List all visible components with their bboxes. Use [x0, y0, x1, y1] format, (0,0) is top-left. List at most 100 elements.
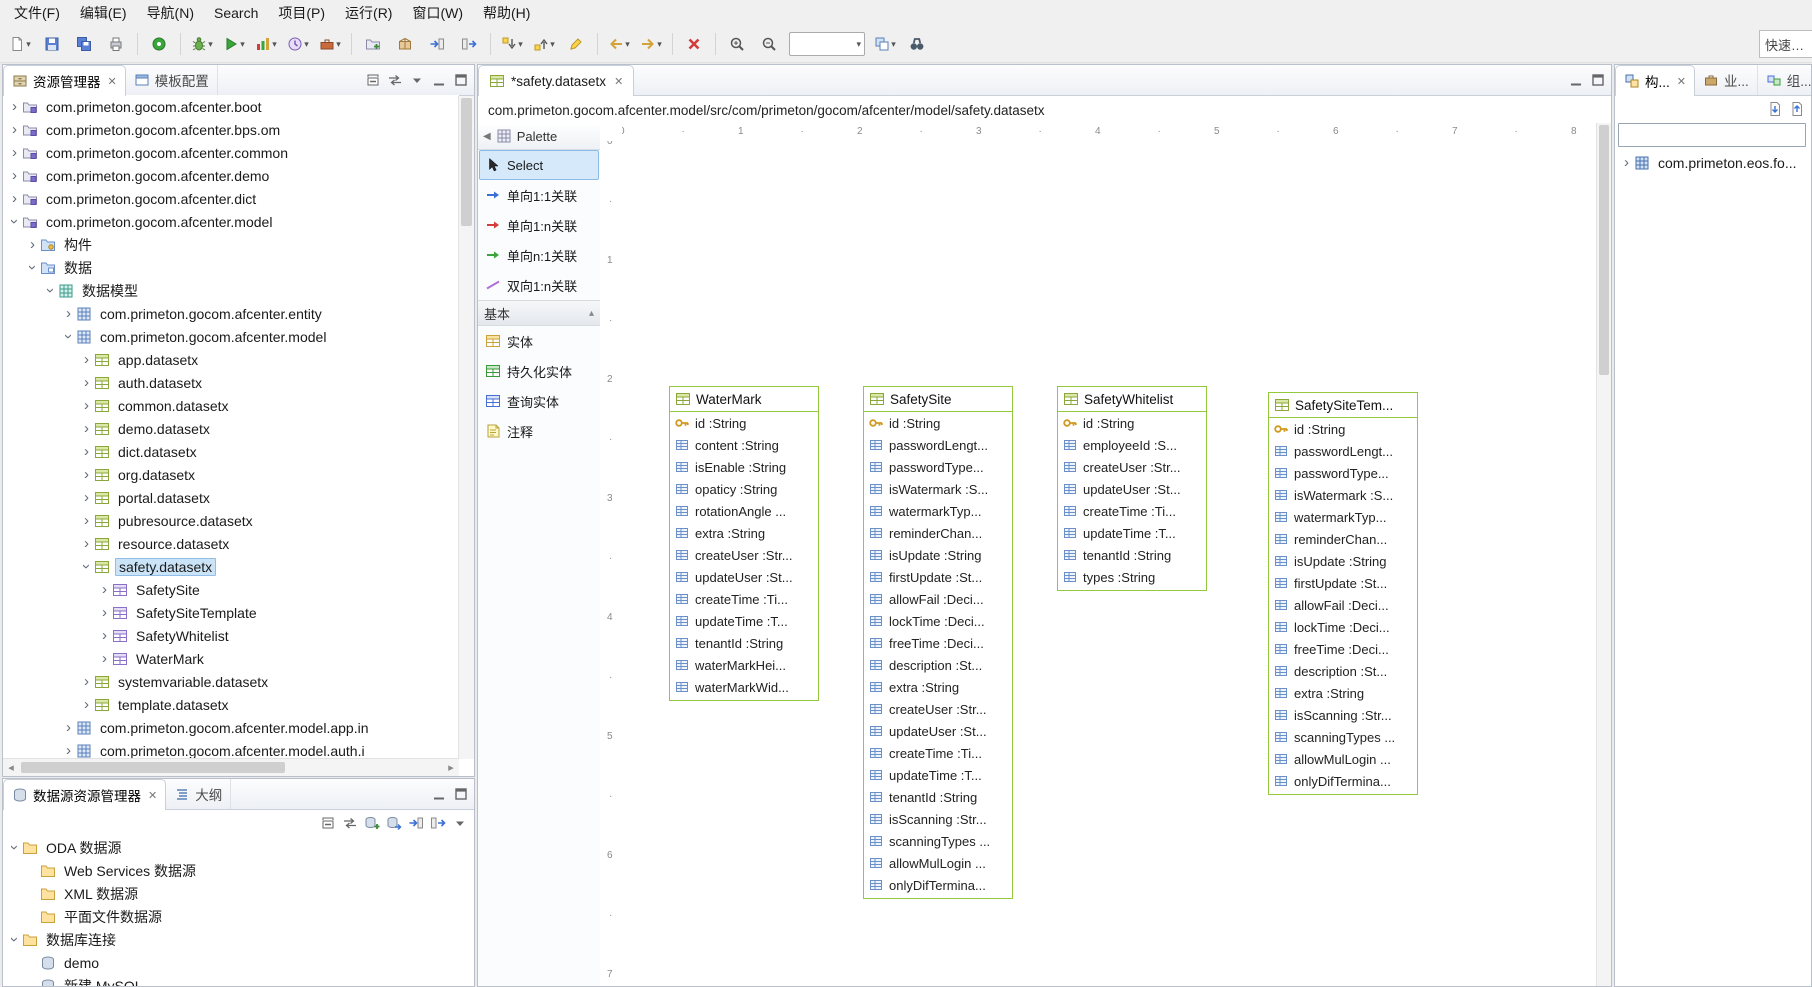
entity-field[interactable]: content :String [670, 434, 818, 456]
entity-field[interactable]: createTime :Ti... [1058, 500, 1206, 522]
menu-project[interactable]: 项目(P) [268, 0, 335, 26]
expander-icon[interactable]: › [79, 352, 94, 367]
expander-icon[interactable]: › [7, 191, 22, 206]
tree-item[interactable]: ›com.primeton.gocom.afcenter.dict [3, 187, 459, 210]
scrollbar-thumb[interactable] [461, 98, 472, 226]
entity-field[interactable]: isUpdate :String [864, 544, 1012, 566]
datasource-tab-datasource-explorer[interactable]: 数据源资源管理器✕ [3, 779, 166, 810]
tree-item[interactable]: ›com.primeton.gocom.afcenter.entity [3, 302, 459, 325]
link-editor-button[interactable] [385, 70, 405, 90]
menu-navigate[interactable]: 导航(N) [137, 0, 204, 26]
tree-item[interactable]: ›org.datasetx [3, 463, 459, 486]
entity-field[interactable]: allowMulLogin ... [864, 852, 1012, 874]
palette-tool-relation-1-1[interactable]: 单向1:1关联 [479, 180, 599, 210]
tree-item[interactable]: ›com.primeton.gocom.afcenter.demo [3, 164, 459, 187]
entity-field[interactable]: updateTime :T... [670, 610, 818, 632]
prev-annotation-button[interactable]: ▾ [529, 31, 559, 57]
expander-icon[interactable]: › [25, 260, 40, 275]
datasource-tab-outline[interactable]: 大纲 [166, 779, 231, 809]
last-edit-button[interactable] [561, 31, 591, 57]
search-tool-button[interactable] [902, 31, 932, 57]
tree-item[interactable]: ›WaterMark [3, 647, 459, 670]
scrollbar-thumb[interactable] [21, 762, 285, 773]
tree-item[interactable]: ›SafetyWhitelist [3, 624, 459, 647]
entity-field[interactable]: tenantId :String [670, 632, 818, 654]
palette-tool-relation-2way[interactable]: 双向1:n关联 [479, 270, 599, 300]
entity-field[interactable]: onlyDifTermina... [864, 874, 1012, 896]
entity-field[interactable]: scanningTypes ... [864, 830, 1012, 852]
entity-node[interactable]: WaterMarkid :Stringcontent :StringisEnab… [669, 386, 819, 701]
tree-item[interactable]: ›数据模型 [3, 279, 459, 302]
entity-field[interactable]: reminderChan... [864, 522, 1012, 544]
chevron-down-icon[interactable]: ▾ [891, 39, 896, 50]
expander-icon[interactable]: › [7, 840, 22, 855]
expander-icon[interactable]: › [61, 329, 76, 344]
entity-field[interactable]: waterMarkWid... [670, 676, 818, 698]
minimize-button[interactable] [429, 784, 449, 804]
tree-item[interactable]: ›pubresource.datasetx [3, 509, 459, 532]
right-panel-tab-groups[interactable]: 组... [1758, 65, 1812, 95]
entity-field[interactable]: isScanning :Str... [1269, 704, 1417, 726]
entity-field[interactable]: isWatermark :S... [864, 478, 1012, 500]
entity-field[interactable]: passwordType... [864, 456, 1012, 478]
tree-item[interactable]: ›com.primeton.eos.fo... [1615, 151, 1811, 174]
tree-item[interactable]: ›com.primeton.gocom.afcenter.model.app.i… [3, 716, 459, 739]
chevron-down-icon[interactable]: ▾ [240, 39, 245, 50]
menu-help[interactable]: 帮助(H) [473, 0, 540, 26]
expander-icon[interactable]: › [97, 582, 112, 597]
explorer-tab-resource-explorer[interactable]: 资源管理器✕ [3, 65, 126, 96]
minimize-button[interactable] [1566, 70, 1586, 90]
entity-field[interactable]: id :String [1269, 418, 1417, 440]
entity-field[interactable]: id :String [864, 412, 1012, 434]
save-all-button[interactable] [69, 31, 99, 57]
entity-node[interactable]: SafetySiteTem...id :StringpasswordLengt.… [1268, 392, 1418, 795]
expander-icon[interactable]: › [61, 306, 76, 321]
chevron-down-icon[interactable]: ▾ [272, 39, 277, 50]
entity-field[interactable]: description :St... [1269, 660, 1417, 682]
tree-item[interactable]: ›template.datasetx [3, 693, 459, 716]
expander-icon[interactable]: › [79, 467, 94, 482]
link-editor-button[interactable] [340, 813, 360, 833]
chevron-down-icon[interactable]: ▾ [304, 39, 309, 50]
maximize-button[interactable] [1588, 70, 1608, 90]
entity-field[interactable]: tenantId :String [1058, 544, 1206, 566]
chevron-down-icon[interactable]: ▾ [657, 39, 662, 50]
maximize-button[interactable] [451, 70, 471, 90]
palette-tool-relation-n-1[interactable]: 单向n:1关联 [479, 240, 599, 270]
entity-field[interactable]: updateUser :St... [1058, 478, 1206, 500]
entity-field[interactable]: allowFail :Deci... [864, 588, 1012, 610]
next-annotation-button[interactable]: ▾ [497, 31, 527, 57]
tree-item[interactable]: ›resource.datasetx [3, 532, 459, 555]
expander-icon[interactable]: › [79, 674, 94, 689]
zoom-in-button[interactable] [722, 31, 752, 57]
debug-button[interactable]: ▾ [187, 31, 217, 57]
tree-item[interactable]: ›com.primeton.gocom.afcenter.boot [3, 95, 459, 118]
menu-window[interactable]: 窗口(W) [402, 0, 473, 26]
entity-field[interactable]: onlyDifTermina... [1269, 770, 1417, 792]
entity-field[interactable]: scanningTypes ... [1269, 726, 1417, 748]
view-menu-button[interactable] [450, 813, 470, 833]
view-menu-button[interactable] [407, 70, 427, 90]
menu-edit[interactable]: 编辑(E) [70, 0, 137, 26]
tree-item[interactable]: ›数据 [3, 256, 459, 279]
entity-field[interactable]: extra :String [670, 522, 818, 544]
tree-item[interactable]: ›com.primeton.gocom.afcenter.bps.om [3, 118, 459, 141]
expander-icon[interactable]: › [79, 375, 94, 390]
expander-icon[interactable]: › [79, 697, 94, 712]
expander-icon[interactable]: › [7, 145, 22, 160]
palette-tool-relation-1-n[interactable]: 单向1:n关联 [479, 210, 599, 240]
entity-field[interactable]: createUser :Str... [864, 698, 1012, 720]
entity-field[interactable]: lockTime :Deci... [864, 610, 1012, 632]
tree-item[interactable]: ›portal.datasetx [3, 486, 459, 509]
expander-icon[interactable]: › [7, 932, 22, 947]
tree-item[interactable]: ›ODA 数据源 [3, 836, 474, 859]
connect-profile-button[interactable] [384, 813, 404, 833]
explorer-tab-template-config[interactable]: 模板配置 [126, 65, 218, 95]
tree-item[interactable]: ›SafetySiteTemplate [3, 601, 459, 624]
quick-access-box[interactable]: 快速… [1759, 30, 1812, 58]
expander-icon[interactable]: › [79, 398, 94, 413]
import-model-button[interactable] [1765, 99, 1785, 119]
breadcrumb[interactable]: com.primeton.gocom.afcenter.model/src/co… [478, 96, 1611, 125]
entity-field[interactable]: freeTime :Deci... [1269, 638, 1417, 660]
entity-node[interactable]: SafetyWhitelistid :StringemployeeId :S..… [1057, 386, 1207, 591]
